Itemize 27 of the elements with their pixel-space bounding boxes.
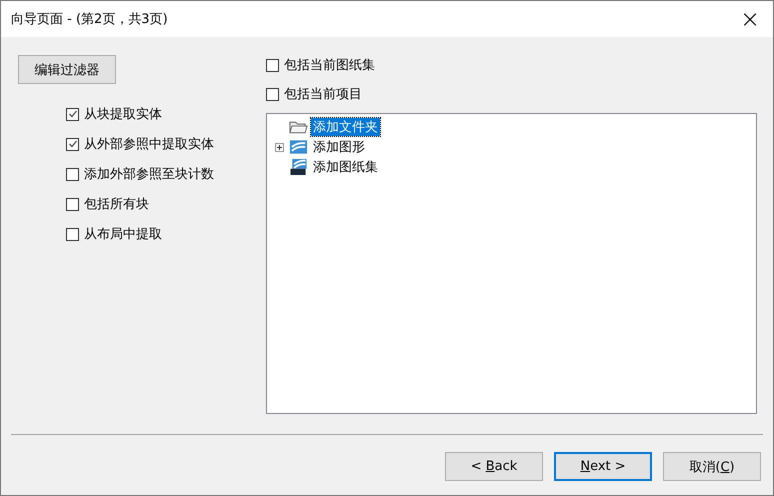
checkbox[interactable] (66, 198, 79, 210)
checkbox-option[interactable]: 从布局中提取 (66, 224, 266, 244)
drawing-icon (289, 139, 308, 155)
dialog-button[interactable]: < Back (445, 452, 543, 481)
dialog-button[interactable]: 取消(C) (663, 452, 761, 481)
checkbox[interactable] (266, 88, 279, 100)
checkbox-option[interactable]: 从外部参照中提取实体 (66, 134, 266, 154)
checkbox[interactable] (266, 58, 279, 72)
dialog-button[interactable]: Next > (554, 452, 652, 481)
window-title: 向导页面 - (第2页，共3页) (11, 11, 168, 28)
tree-item[interactable]: 添加图形 (311, 138, 367, 156)
tree-item[interactable]: 添加文件夹 (311, 118, 380, 136)
tree-item[interactable]: 添加图纸集 (311, 158, 380, 176)
checkbox-option[interactable]: 包括当前图纸集 (266, 55, 757, 75)
checkbox-option[interactable]: 从块提取实体 (66, 104, 266, 124)
checkbox[interactable] (66, 228, 79, 240)
checkbox-option[interactable]: 包括所有块 (66, 194, 266, 214)
sheet-set-icon (289, 159, 308, 175)
checkbox[interactable] (66, 108, 79, 120)
expand-icon[interactable] (275, 142, 284, 152)
checkbox-option[interactable]: 包括当前项目 (266, 84, 757, 104)
folder-icon (289, 119, 308, 135)
close-button[interactable]: × (727, 1, 773, 37)
checkbox-option[interactable]: 添加外部参照至块计数 (66, 164, 266, 184)
edit-filter-button[interactable]: 编辑过滤器 (18, 55, 116, 84)
checkbox[interactable] (66, 138, 79, 150)
checkbox[interactable] (66, 168, 79, 180)
